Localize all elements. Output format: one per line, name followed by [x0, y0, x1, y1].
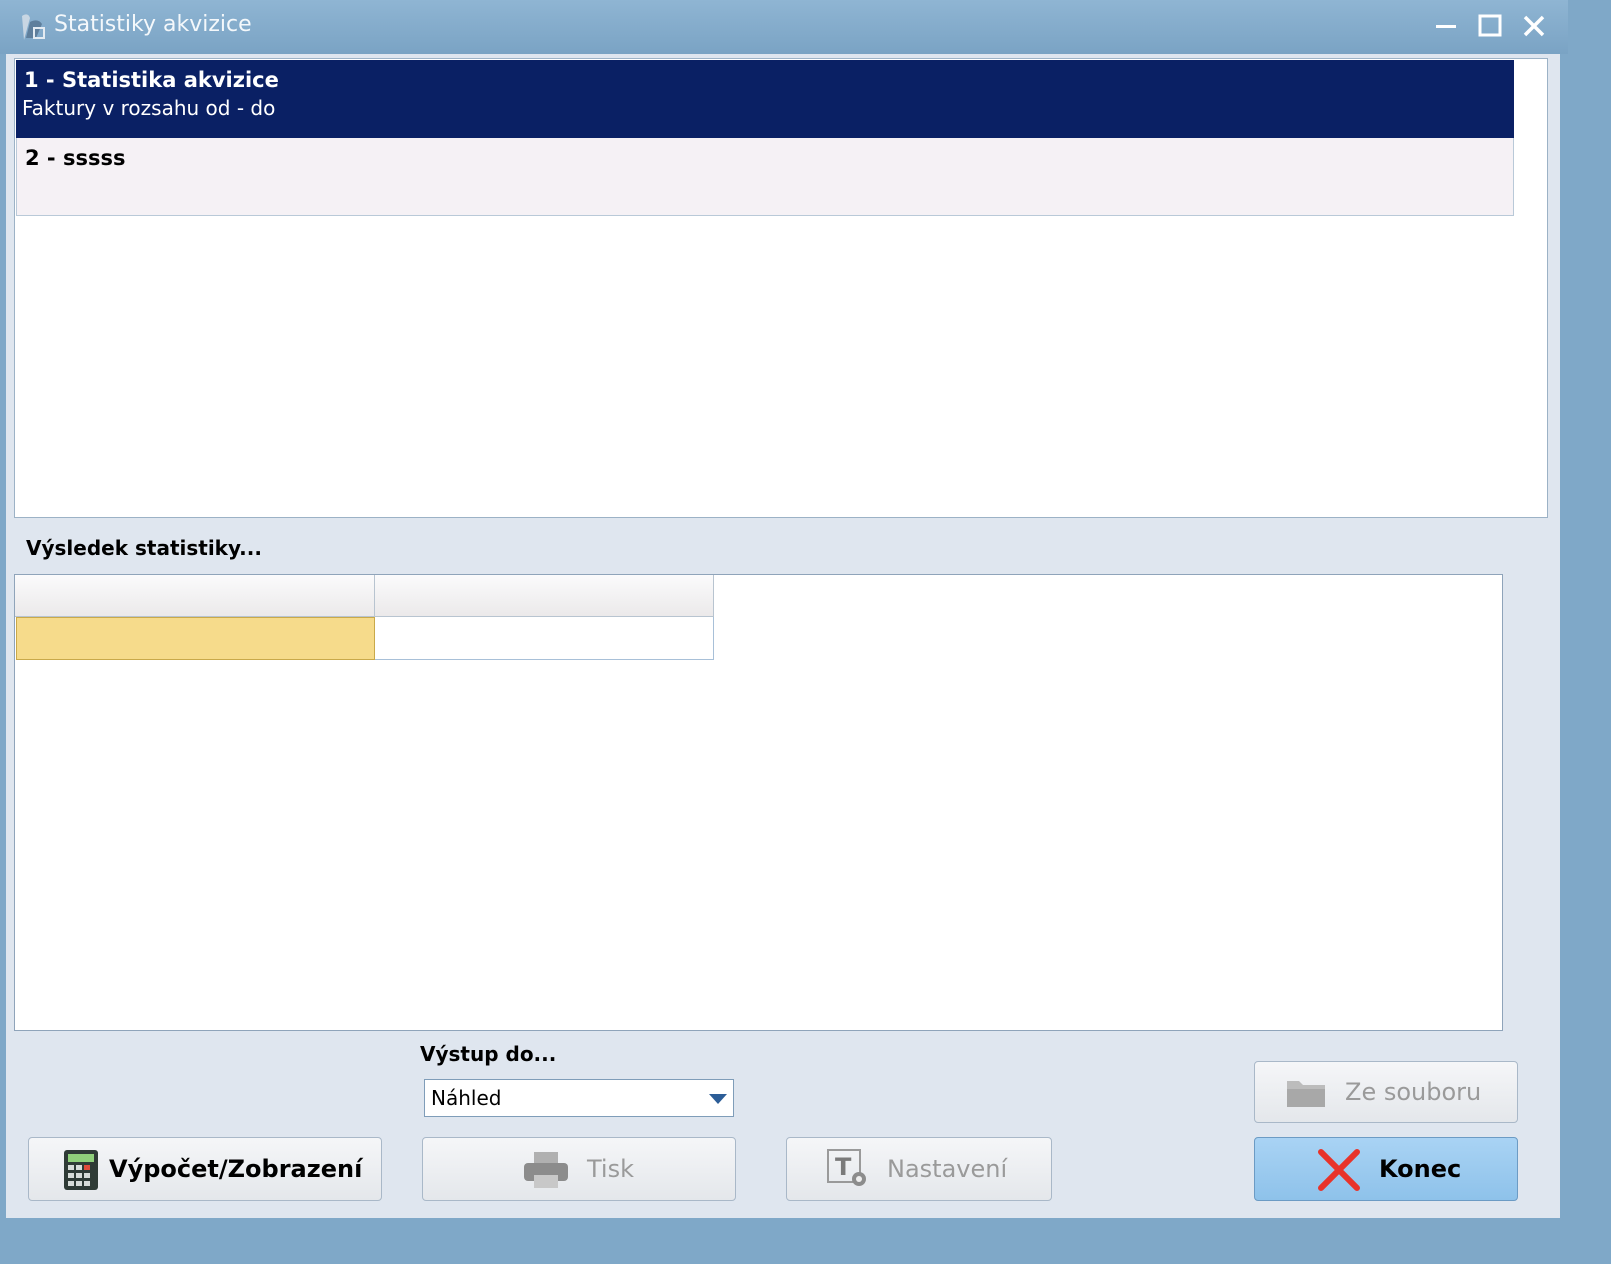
list-item[interactable]: 1 - Statistika akvizice Faktury v rozsah… [16, 60, 1514, 138]
print-button[interactable]: Tisk [422, 1137, 736, 1201]
calculate-button-label: Výpočet/Zobrazení [109, 1155, 363, 1183]
result-grid[interactable] [14, 574, 1503, 1031]
svg-text:T: T [835, 1153, 852, 1181]
list-item-title: 1 - Statistika akvizice [24, 68, 279, 92]
title-bar: Statistiky akvizice [0, 0, 1568, 54]
window-client: 1 - Statistika akvizice Faktury v rozsah… [6, 54, 1560, 1218]
from-file-button[interactable]: Ze souboru [1254, 1061, 1518, 1123]
result-label: Výsledek statistiky... [26, 536, 262, 560]
grid-cell[interactable] [375, 617, 714, 660]
print-button-label: Tisk [587, 1155, 634, 1183]
output-select[interactable]: Náhled [424, 1079, 734, 1117]
settings-button[interactable]: T Nastavení [786, 1137, 1052, 1201]
from-file-button-label: Ze souboru [1345, 1078, 1482, 1106]
maximize-icon[interactable] [1474, 10, 1506, 42]
chevron-down-icon [709, 1094, 727, 1104]
close-x-icon [1318, 1149, 1360, 1191]
list-item-subtitle: Faktury v rozsahu od - do [22, 96, 276, 120]
calculate-button[interactable]: Výpočet/Zobrazení [28, 1137, 382, 1201]
folder-icon [1287, 1081, 1325, 1107]
window-title: Statistiky akvizice [54, 12, 252, 37]
close-icon[interactable] [1518, 10, 1550, 42]
minimize-icon[interactable] [1430, 10, 1462, 42]
close-button[interactable]: Konec [1254, 1137, 1518, 1201]
grid-header-cell[interactable] [375, 575, 714, 617]
grid-cell-active[interactable] [16, 617, 375, 660]
list-item-title: 2 - sssss [25, 146, 126, 170]
calculator-icon [64, 1150, 98, 1190]
statistics-list[interactable]: 1 - Statistika akvizice Faktury v rozsah… [14, 58, 1548, 518]
grid-header-cell[interactable] [15, 575, 375, 617]
close-button-label: Konec [1379, 1155, 1462, 1183]
settings-button-label: Nastavení [887, 1155, 1008, 1183]
output-select-value: Náhled [431, 1086, 502, 1110]
output-label: Výstup do... [420, 1042, 557, 1066]
text-settings-icon: T [827, 1149, 866, 1186]
app-logo-icon [22, 14, 45, 40]
printer-icon [524, 1152, 568, 1188]
list-item[interactable]: 2 - sssss [16, 138, 1514, 216]
